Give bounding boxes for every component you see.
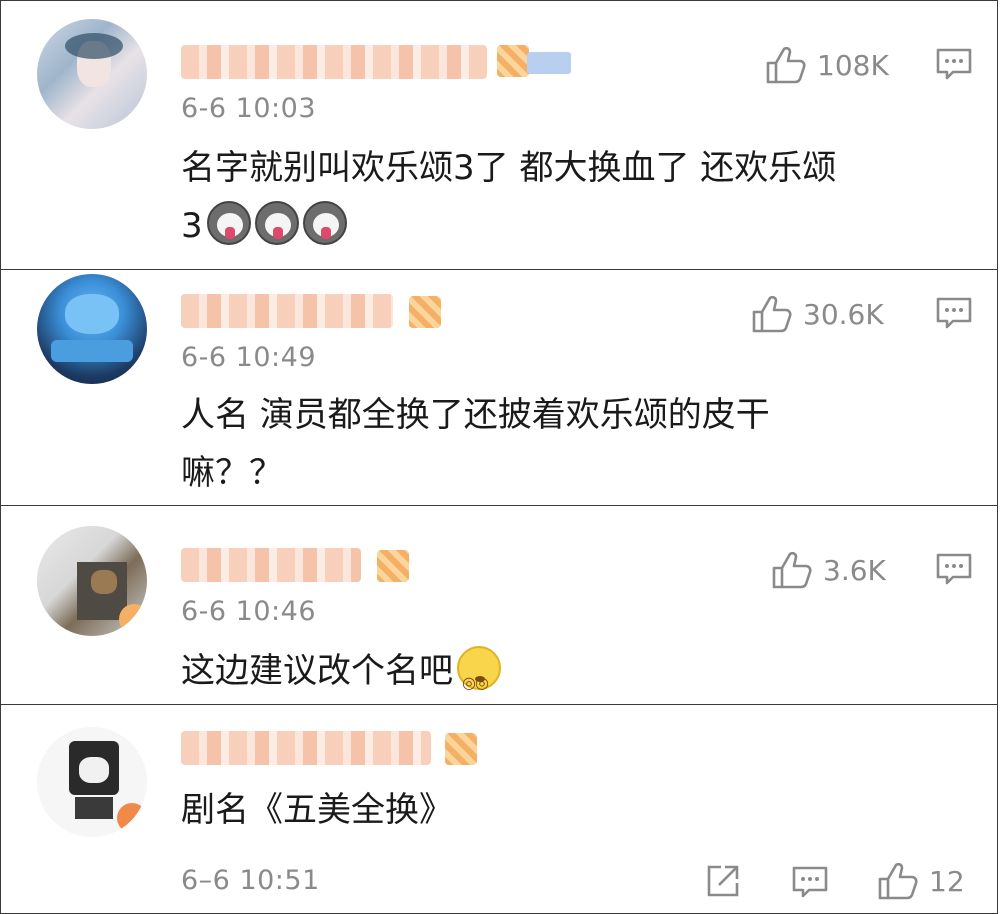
username-blurred[interactable] bbox=[181, 731, 431, 765]
dizzy-face-emoji bbox=[457, 646, 501, 712]
avatar[interactable] bbox=[37, 727, 147, 837]
vip-badge-icon bbox=[377, 550, 409, 582]
avatar[interactable] bbox=[37, 526, 147, 636]
comment-item: 剧名《五美全换》 6–6 10:51 12 bbox=[0, 704, 998, 914]
comment-text: 这边建议改个名吧 bbox=[181, 642, 961, 712]
comment-text-line: 3 bbox=[181, 197, 961, 255]
comment-icon[interactable] bbox=[935, 296, 973, 330]
comment-text: 剧名《五美全换》 bbox=[181, 781, 961, 839]
comment-text-line: 人名 演员都全换了还披着欢乐颂的皮干 bbox=[181, 395, 770, 435]
like-count: 3.6K bbox=[823, 553, 886, 587]
comment-icon[interactable] bbox=[791, 865, 829, 899]
comment-icon[interactable] bbox=[935, 552, 973, 586]
level-badge-icon bbox=[527, 52, 571, 74]
like-button[interactable]: 30.6K bbox=[751, 294, 884, 334]
comment-timestamp: 6–6 10:51 bbox=[181, 865, 320, 896]
thumbs-up-icon bbox=[772, 551, 812, 589]
vip-badge-icon bbox=[409, 296, 441, 328]
comment-text-line: 名字就别叫欢乐颂3了 都大换血了 还欢乐颂 bbox=[181, 148, 837, 188]
comment-item: 6-6 10:03 108K 名字就别叫欢乐颂3了 都大换血了 还欢乐颂 3 bbox=[0, 0, 998, 270]
like-button[interactable]: 12 bbox=[877, 861, 965, 901]
comment-text-line: 这边建议改个名吧 bbox=[181, 642, 961, 712]
avatar[interactable] bbox=[37, 19, 147, 129]
comment-text: 名字就别叫欢乐颂3了 都大换血了 还欢乐颂 3 bbox=[181, 139, 961, 255]
comment-timestamp: 6-6 10:49 bbox=[181, 342, 316, 373]
comment-icon[interactable] bbox=[935, 47, 973, 81]
thumbs-up-icon bbox=[752, 295, 792, 333]
like-count: 30.6K bbox=[803, 297, 884, 331]
vip-badge-icon bbox=[445, 733, 477, 765]
like-button[interactable]: 108K bbox=[765, 45, 889, 85]
comment-text: 人名 演员都全换了还披着欢乐颂的皮干 嘛？？ bbox=[181, 386, 961, 502]
husky-dog-emoji bbox=[302, 201, 347, 245]
comment-timestamp: 6-6 10:46 bbox=[181, 596, 316, 627]
username-blurred[interactable] bbox=[181, 294, 393, 328]
comment-timestamp: 6-6 10:03 bbox=[181, 93, 316, 124]
comment-text-line: 剧名《五美全换》 bbox=[181, 790, 453, 830]
husky-dog-emoji bbox=[254, 201, 299, 245]
avatar[interactable] bbox=[37, 274, 147, 384]
thumbs-up-icon bbox=[878, 862, 918, 900]
like-button[interactable]: 3.6K bbox=[771, 550, 886, 590]
like-count: 108K bbox=[817, 48, 889, 82]
username-blurred[interactable] bbox=[181, 45, 487, 79]
husky-dog-emoji bbox=[206, 201, 251, 245]
thumbs-up-icon bbox=[766, 46, 806, 84]
comment-text-fragment: 3 bbox=[181, 206, 203, 246]
comment-item: 6-6 10:49 30.6K 人名 演员都全换了还披着欢乐颂的皮干 嘛？？ bbox=[0, 269, 998, 506]
share-icon[interactable] bbox=[705, 863, 741, 899]
comment-list: 6-6 10:03 108K 名字就别叫欢乐颂3了 都大换血了 还欢乐颂 3 6… bbox=[0, 0, 1000, 914]
comment-text-fragment: 这边建议改个名吧 bbox=[181, 651, 453, 691]
vip-badge-icon bbox=[497, 45, 529, 77]
username-blurred[interactable] bbox=[181, 548, 361, 582]
like-count: 12 bbox=[929, 864, 965, 898]
comment-item: 6-6 10:46 3.6K 这边建议改个名吧 bbox=[0, 505, 998, 712]
comment-text-line: 嘛？？ bbox=[181, 453, 283, 493]
